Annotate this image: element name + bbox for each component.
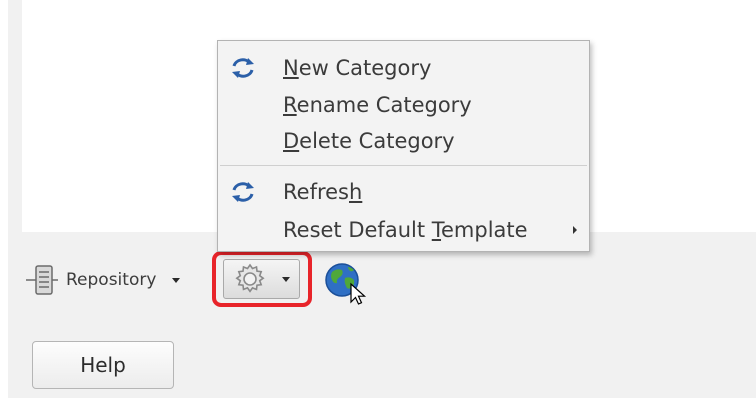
repository-label: Repository xyxy=(66,270,157,290)
menu-item-label: Rename Category xyxy=(283,93,472,117)
menu-item-label: New Category xyxy=(283,56,432,80)
repository-button[interactable]: Repository xyxy=(24,258,181,302)
chevron-down-icon xyxy=(282,276,290,282)
left-border xyxy=(0,0,8,398)
menu-item-reset-default-template[interactable]: Reset Default Template xyxy=(218,213,589,247)
refresh-icon xyxy=(232,182,254,202)
repository-icon xyxy=(26,265,58,295)
menu-item-label: Refresh xyxy=(283,180,363,204)
menu-separator xyxy=(220,165,587,166)
chevron-right-icon xyxy=(573,226,577,234)
menu-item-new-category[interactable]: New Category xyxy=(218,51,589,85)
help-button[interactable]: Help xyxy=(32,341,174,389)
menu-item-refresh[interactable]: Refresh xyxy=(218,175,589,209)
gear-menu-button[interactable] xyxy=(223,259,300,299)
menu-item-label: Delete Category xyxy=(283,129,455,153)
refresh-icon xyxy=(232,58,254,78)
menu-item-delete-category[interactable]: Delete Category xyxy=(218,124,589,158)
mouse-cursor-icon xyxy=(350,282,367,305)
menu-item-label: Reset Default Template xyxy=(283,218,528,242)
globe-button[interactable] xyxy=(322,258,370,306)
menu-item-rename-category[interactable]: Rename Category xyxy=(218,88,589,122)
window-background: Repository Help New Category Rename Cate… xyxy=(0,0,756,398)
globe-icon xyxy=(325,263,367,305)
chevron-down-icon xyxy=(172,277,181,283)
gear-icon xyxy=(235,263,265,293)
gear-context-menu: New Category Rename Category Delete Cate… xyxy=(217,40,590,252)
gear-button-highlight xyxy=(212,251,312,307)
